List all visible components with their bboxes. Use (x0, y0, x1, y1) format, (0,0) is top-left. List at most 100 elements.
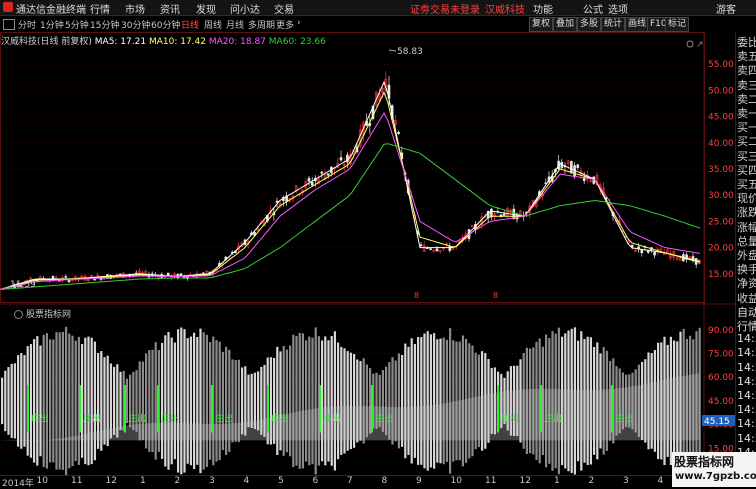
expand-icon[interactable]: ↗ (696, 40, 704, 50)
guest-login[interactable]: 游客 (716, 1, 736, 16)
tab-1min[interactable]: 1分钟 (40, 18, 64, 31)
settings-circle-icon[interactable] (686, 40, 694, 48)
indicator-bar (36, 336, 39, 466)
indicator-bar (420, 337, 423, 465)
candle-body (429, 248, 432, 250)
side-panel-item: 14:5 (737, 332, 756, 346)
menu-shichang[interactable]: 市场 (125, 1, 145, 16)
indicator-bar (84, 337, 87, 465)
menu-gongneng[interactable]: 功能 (533, 1, 553, 16)
indicator-bar (417, 336, 420, 465)
indicator-settings-icon[interactable] (14, 310, 23, 319)
candle-body (573, 165, 576, 178)
candle-body (166, 272, 170, 277)
candle-body (326, 173, 330, 176)
login-notice[interactable]: 证劵交易未登录 (410, 1, 480, 16)
date-tick: 6 (312, 476, 319, 486)
menu-wenxiaoda[interactable]: 问小达 (230, 1, 260, 16)
indicator-bar (74, 340, 77, 462)
indicator-tick-label: 90.00 (708, 326, 734, 336)
tab-30min[interactable]: 30分钟 (121, 18, 150, 31)
candle-body (470, 225, 474, 228)
zhuang-chu-marker-text: 庄出 (375, 412, 393, 424)
menu-jiaoyi[interactable]: 交易 (274, 1, 294, 16)
fuquan-button[interactable]: 复权 (529, 17, 554, 32)
date-tick: 11 (71, 476, 83, 486)
indicator-bar (1, 377, 4, 425)
indicator-bar (186, 338, 189, 464)
date-tick: 1 (140, 476, 146, 486)
tab-15min[interactable]: 15分钟 (90, 18, 119, 31)
side-panel-item: 14:5 (737, 360, 756, 374)
indicator-bar (13, 363, 16, 439)
indicator-bar (7, 367, 10, 435)
date-axis: 2014年10111212345678910111212345 (0, 475, 700, 489)
indicator-bar (20, 353, 23, 449)
tab-fenshi[interactable]: 分时 (18, 18, 36, 31)
indicator-bar (116, 364, 119, 438)
side-panel-item: 14:5 (737, 417, 756, 431)
tab-weekly[interactable]: 周线 (204, 18, 222, 31)
date-tick: 2014年 (2, 479, 34, 489)
side-panel-item: 14:5 (737, 374, 756, 388)
indicator-bar (314, 327, 317, 475)
indicator-bar (113, 366, 116, 435)
indicator-bar (39, 345, 42, 457)
menu-hangqing[interactable]: 行情 (90, 1, 110, 16)
site-watermark: 股票指标网 www.7gpzb.com (672, 452, 756, 487)
candle-body (339, 157, 343, 161)
duogu-button[interactable]: 多股 (577, 17, 602, 32)
zhuang-chu-marker-text: 庄出 (271, 412, 289, 424)
grid-toggle-icon[interactable] (3, 19, 15, 30)
menu-zixun[interactable]: 资讯 (160, 1, 180, 16)
menu-gongshi[interactable]: 公式 (583, 1, 603, 16)
ma20-line (0, 111, 701, 290)
tab-monthly[interactable]: 月线 (226, 18, 244, 31)
candle-body (640, 249, 644, 254)
indicator-bar (333, 331, 336, 471)
stock-name-title: 汉威科技 (485, 5, 525, 16)
candle-body (435, 248, 439, 252)
indicator-bar (433, 333, 436, 469)
price-tick-label: 35.00 (708, 165, 734, 175)
indicator-bar (61, 331, 64, 470)
more-arrow-icon[interactable]: › (297, 18, 301, 28)
price-axis: 15.00 20.00 25.00 30.00 35.00 40.00 45.00 50.00… (708, 60, 734, 280)
menu-xuanxiang[interactable]: 选项 (608, 1, 628, 16)
indicator-bar (10, 363, 13, 438)
menu-faxian[interactable]: 发现 (196, 1, 216, 16)
date-tick: 9 (416, 476, 422, 486)
zhuang-chu-marker-text: 庄出 (215, 412, 233, 424)
tab-daily[interactable]: 日线 (181, 18, 199, 31)
indicator-bar (90, 337, 93, 465)
candle-body (630, 244, 634, 248)
indicator-bar (445, 339, 448, 462)
indicator-bar (167, 332, 170, 470)
candle-body (320, 171, 324, 174)
side-panel-item: 14:5 (737, 346, 756, 360)
indicator-bar (4, 370, 7, 432)
event-marker-2: 8 (493, 291, 498, 300)
indicator-bar (404, 343, 407, 459)
tongji-button[interactable]: 统计 (601, 17, 626, 32)
date-tick: 1 (554, 476, 560, 486)
tab-5min[interactable]: 5分钟 (65, 18, 89, 31)
indicator-bar (205, 334, 208, 467)
huaxian-button[interactable]: 画线 (625, 17, 650, 32)
tab-more[interactable]: 更多 (276, 18, 294, 31)
indicator-bar (410, 338, 413, 464)
indicator-bar (429, 334, 432, 468)
zhuang-chu-marker-text: 庄出 (161, 412, 179, 424)
biaoji-button[interactable]: 标记 (665, 17, 690, 32)
tab-multi-period[interactable]: 多周期 (248, 18, 275, 31)
candle-body (93, 278, 96, 281)
candle-body (64, 276, 68, 278)
watermark-url: www.7gpzb.com (675, 471, 756, 482)
indicator-bar (49, 339, 52, 463)
indicator-bar (161, 342, 164, 459)
date-tick: 4 (657, 476, 664, 486)
price-chart[interactable]: 15.00 20.00 25.00 30.00 35.00 40.00 45.00 50.00… (0, 32, 735, 475)
tab-60min[interactable]: 60分钟 (151, 18, 180, 31)
diejia-button[interactable]: 叠加 (553, 17, 578, 32)
indicator-bar (305, 340, 308, 462)
